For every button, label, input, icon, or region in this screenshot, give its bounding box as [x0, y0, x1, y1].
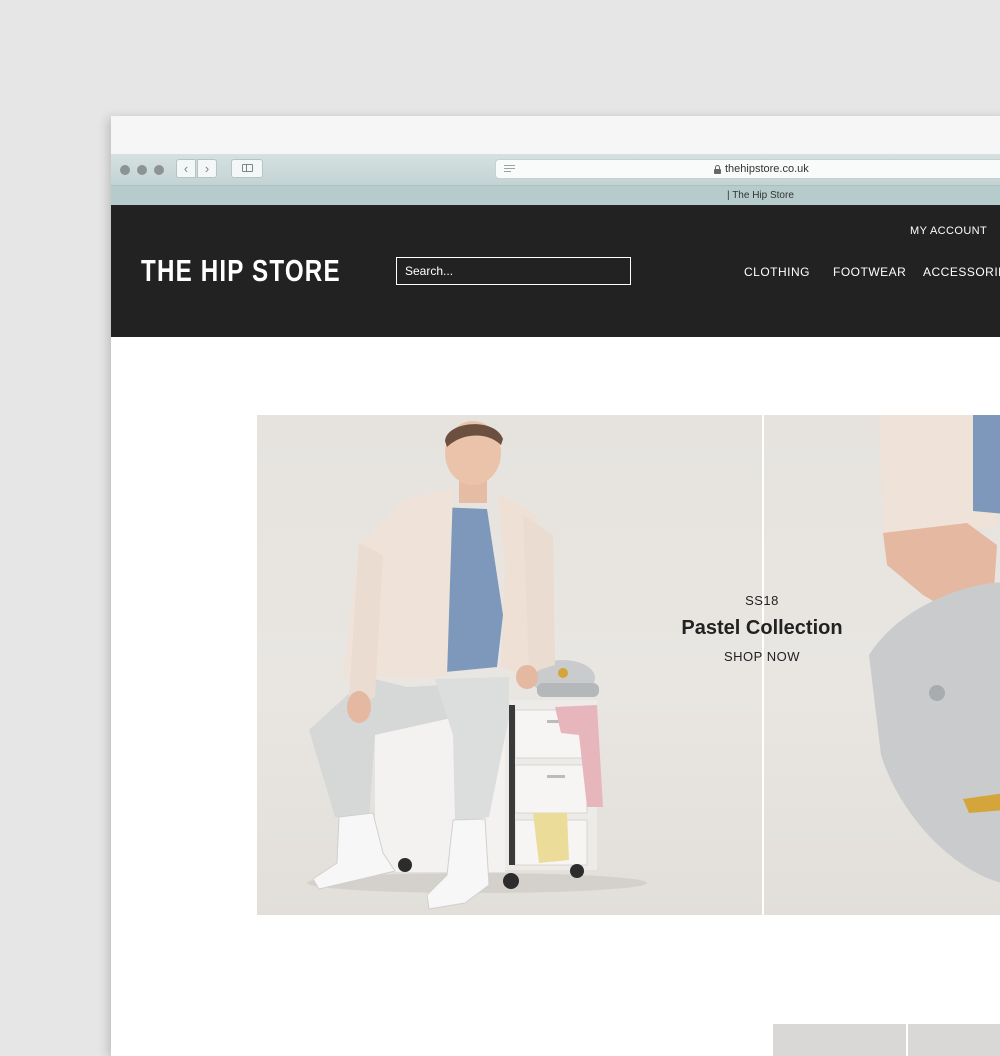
sidebar-icon	[242, 164, 253, 172]
chevron-right-icon: ›	[204, 161, 210, 176]
close-window-button[interactable]	[120, 165, 130, 175]
back-button[interactable]: ‹	[176, 159, 196, 178]
product-tile[interactable]	[908, 1024, 1000, 1056]
browser-window: ‹ › thehipstore.co.uk | The Hip Store TH…	[111, 116, 1000, 1056]
url-text: thehipstore.co.uk	[725, 163, 809, 175]
reader-view-icon[interactable]	[504, 165, 515, 174]
tab-bar: | The Hip Store	[111, 186, 1000, 205]
shop-now-link[interactable]: SHOP NOW	[724, 649, 800, 664]
hero-banner[interactable]: SS18 Pastel Collection SHOP NOW	[257, 415, 1000, 915]
sidebar-toggle-button[interactable]	[231, 159, 263, 178]
main-nav: CLOTHING FOOTWEAR ACCESSORIES	[111, 265, 1000, 279]
browser-toolbar: ‹ › thehipstore.co.uk	[111, 154, 1000, 186]
forward-button[interactable]: ›	[197, 159, 217, 178]
product-tile[interactable]	[773, 1024, 906, 1056]
hero-season: SS18	[745, 593, 779, 608]
zoom-window-button[interactable]	[154, 165, 164, 175]
hero-image	[307, 415, 1000, 910]
window-chrome	[111, 116, 1000, 154]
hero-title: Pastel Collection	[681, 617, 843, 639]
nav-item-footwear[interactable]: FOOTWEAR	[833, 265, 906, 279]
nav-item-accessories[interactable]: ACCESSORIES	[923, 265, 1000, 279]
my-account-link[interactable]: MY ACCOUNT	[910, 225, 987, 237]
minimize-window-button[interactable]	[137, 165, 147, 175]
address-bar[interactable]: thehipstore.co.uk	[495, 159, 1000, 179]
hero-text: SS18 Pastel Collection SHOP NOW	[652, 593, 872, 666]
lock-icon	[714, 164, 721, 174]
tab-title[interactable]: | The Hip Store	[727, 190, 794, 201]
site-header: THE HIP STORE MY ACCOUNT CLOTHING FOOTWE…	[111, 205, 1000, 337]
chevron-left-icon: ‹	[183, 161, 189, 176]
nav-item-clothing[interactable]: CLOTHING	[744, 265, 810, 279]
address-content: thehipstore.co.uk	[714, 160, 809, 178]
